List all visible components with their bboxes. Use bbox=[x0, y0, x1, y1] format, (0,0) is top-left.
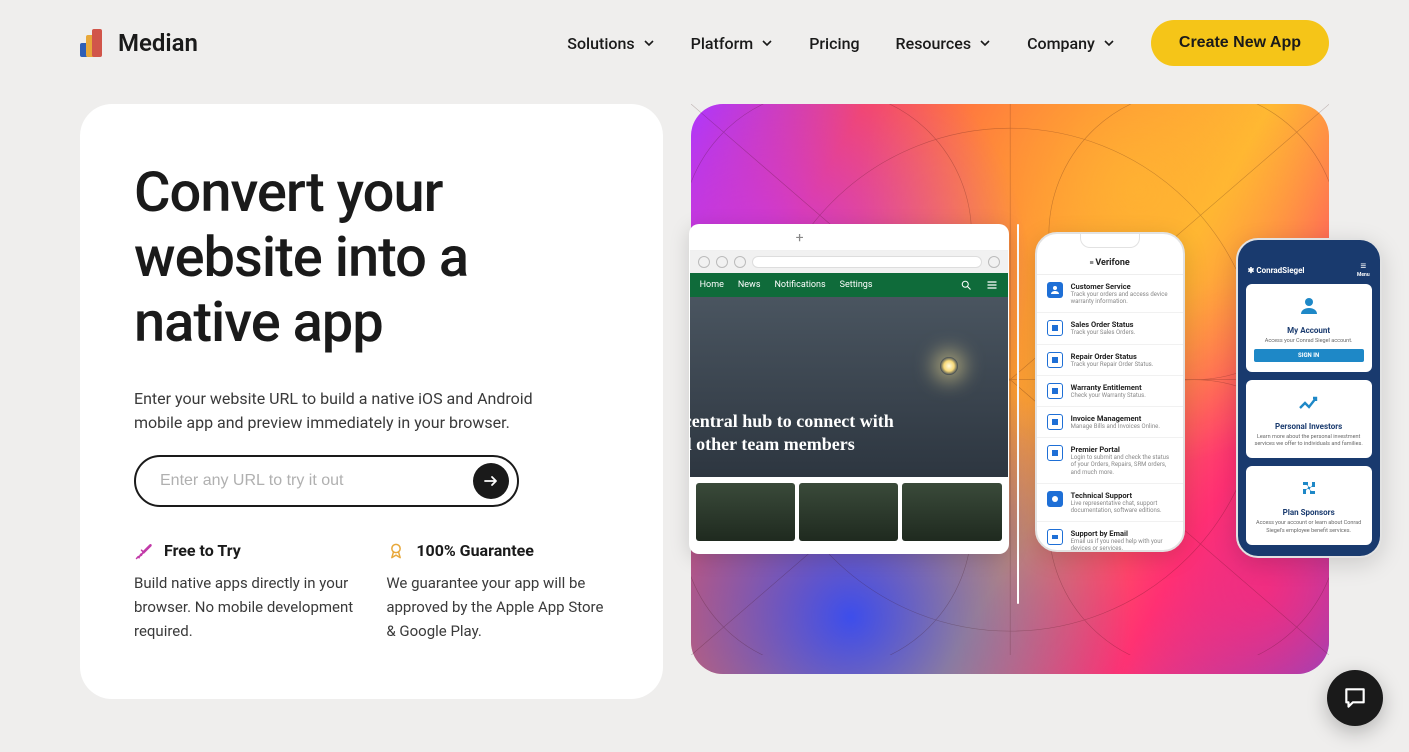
phone2-menu-label: Menu bbox=[1357, 272, 1370, 278]
phone2-card-sub: Learn more about the personal investment… bbox=[1254, 434, 1364, 448]
phone2-card-investors: Personal Investors Learn more about the … bbox=[1246, 380, 1372, 458]
phone2-card-title: My Account bbox=[1254, 326, 1364, 335]
site-nav-home: Home bbox=[700, 280, 724, 290]
median-logo-icon bbox=[80, 29, 108, 57]
search-icon bbox=[960, 279, 972, 291]
phone1-row-sub: Check your Warranty Status. bbox=[1071, 392, 1173, 399]
chevron-down-icon bbox=[1103, 37, 1115, 49]
hero-card: Convert your website into a native app E… bbox=[80, 104, 663, 699]
chat-icon bbox=[1342, 685, 1368, 711]
phone2-signin-button: SIGN IN bbox=[1254, 349, 1364, 362]
phone2-card-sponsors: Plan Sponsors Access your account or lea… bbox=[1246, 466, 1372, 544]
phone2-card-sub: Access your account or learn about Conra… bbox=[1254, 520, 1364, 534]
features: Free to Try Build native apps directly i… bbox=[134, 541, 609, 643]
create-app-button[interactable]: Create New App bbox=[1151, 20, 1329, 66]
phone1-row-sub: Email us if you need help with your devi… bbox=[1071, 538, 1173, 552]
nav-solutions-label: Solutions bbox=[567, 34, 634, 53]
browser-site-nav: Home News Notifications Settings bbox=[690, 273, 1008, 297]
browser-hero-line1: r central hub to connect with bbox=[689, 410, 894, 433]
site-nav-settings: Settings bbox=[840, 280, 873, 290]
feature-guarantee-title: 100% Guarantee bbox=[416, 541, 534, 560]
feature-free: Free to Try Build native apps directly i… bbox=[134, 541, 356, 643]
hero-title: Convert your website into a native app bbox=[134, 160, 609, 355]
phone2-card-sub: Access your Conrad Siegel account. bbox=[1254, 338, 1364, 345]
plus-icon: + bbox=[796, 230, 804, 246]
site-nav-notifications: Notifications bbox=[774, 280, 825, 290]
phone1-row-sub: Live representative chat, support docume… bbox=[1071, 500, 1173, 514]
phone1-row-title: Premier Portal bbox=[1071, 445, 1173, 454]
rocket-icon bbox=[134, 541, 154, 561]
phone1-row-sub: Track your Repair Order Status. bbox=[1071, 361, 1173, 368]
phone2-card-title: Plan Sponsors bbox=[1254, 508, 1364, 517]
phone1-row-title: Support by Email bbox=[1071, 529, 1173, 538]
divider-line bbox=[1017, 224, 1019, 604]
nav-pricing[interactable]: Pricing bbox=[809, 34, 859, 53]
phone-mockup-verifone: ≡ Verifone Customer ServiceTrack your or… bbox=[1035, 232, 1185, 552]
puzzle-icon bbox=[1297, 476, 1321, 500]
menu-icon bbox=[986, 279, 998, 291]
chart-icon bbox=[1297, 390, 1321, 414]
chevron-down-icon bbox=[761, 37, 773, 49]
arrow-right-icon bbox=[482, 472, 500, 490]
nav-company-label: Company bbox=[1027, 34, 1095, 53]
chevron-down-icon bbox=[979, 37, 991, 49]
phone1-row-sub: Login to submit and check the status of … bbox=[1071, 454, 1173, 476]
phone1-row-title: Technical Support bbox=[1071, 491, 1173, 500]
user-icon bbox=[1297, 294, 1321, 318]
submit-button[interactable] bbox=[473, 463, 509, 499]
nav-platform-label: Platform bbox=[691, 34, 754, 53]
nav-resources[interactable]: Resources bbox=[896, 34, 992, 53]
top-nav: Solutions Platform Pricing Resources Com… bbox=[567, 20, 1329, 66]
nav-solutions[interactable]: Solutions bbox=[567, 34, 654, 53]
phone-mockup-conradsiegel: ✱ ConradSiegel ≡Menu My Account Access y… bbox=[1236, 238, 1382, 558]
hero-subtitle: Enter your website URL to build a native… bbox=[134, 387, 534, 435]
nav-pricing-label: Pricing bbox=[809, 34, 859, 53]
feature-guarantee-body: We guarantee your app will be approved b… bbox=[386, 571, 608, 643]
phone1-brand: Verifone bbox=[1095, 258, 1129, 268]
nav-resources-label: Resources bbox=[896, 34, 972, 53]
phone2-card-account: My Account Access your Conrad Siegel acc… bbox=[1246, 284, 1372, 372]
hero: Convert your website into a native app E… bbox=[0, 104, 1409, 699]
feature-guarantee: 100% Guarantee We guarantee your app wil… bbox=[386, 541, 608, 643]
phone1-row-sub: Track your Sales Orders. bbox=[1071, 329, 1173, 336]
browser-hero-line2: nd other team members bbox=[689, 433, 894, 456]
feature-free-body: Build native apps directly in your brows… bbox=[134, 571, 356, 643]
phone1-row-title: Invoice Management bbox=[1071, 414, 1173, 423]
nav-platform[interactable]: Platform bbox=[691, 34, 774, 53]
streetlight-icon bbox=[940, 357, 958, 375]
phone1-row-sub: Track your orders and access device warr… bbox=[1071, 291, 1173, 305]
ribbon-icon bbox=[386, 541, 406, 561]
browser-mockup: + Home News Notifications Settings r cen… bbox=[689, 224, 1009, 554]
brand-name: Median bbox=[118, 29, 198, 57]
chat-button[interactable] bbox=[1327, 670, 1383, 726]
phone1-row-title: Sales Order Status bbox=[1071, 320, 1173, 329]
header: Median Solutions Platform Pricing Resour… bbox=[0, 0, 1409, 86]
logo[interactable]: Median bbox=[80, 29, 198, 57]
nav-company[interactable]: Company bbox=[1027, 34, 1115, 53]
feature-free-title: Free to Try bbox=[164, 541, 241, 560]
phone1-row-title: Warranty Entitlement bbox=[1071, 383, 1173, 392]
chevron-down-icon bbox=[643, 37, 655, 49]
site-nav-news: News bbox=[738, 280, 761, 290]
phone2-brand: ConradSiegel bbox=[1256, 266, 1304, 275]
phone2-card-title: Personal Investors bbox=[1254, 422, 1364, 431]
url-input-group bbox=[134, 455, 519, 507]
phone1-row-sub: Manage Bills and Invoices Online. bbox=[1071, 423, 1173, 430]
url-input[interactable] bbox=[160, 472, 473, 490]
phone1-row-title: Customer Service bbox=[1071, 282, 1173, 291]
hero-illustration: + Home News Notifications Settings r cen… bbox=[691, 104, 1329, 674]
phone1-row-title: Repair Order Status bbox=[1071, 352, 1173, 361]
